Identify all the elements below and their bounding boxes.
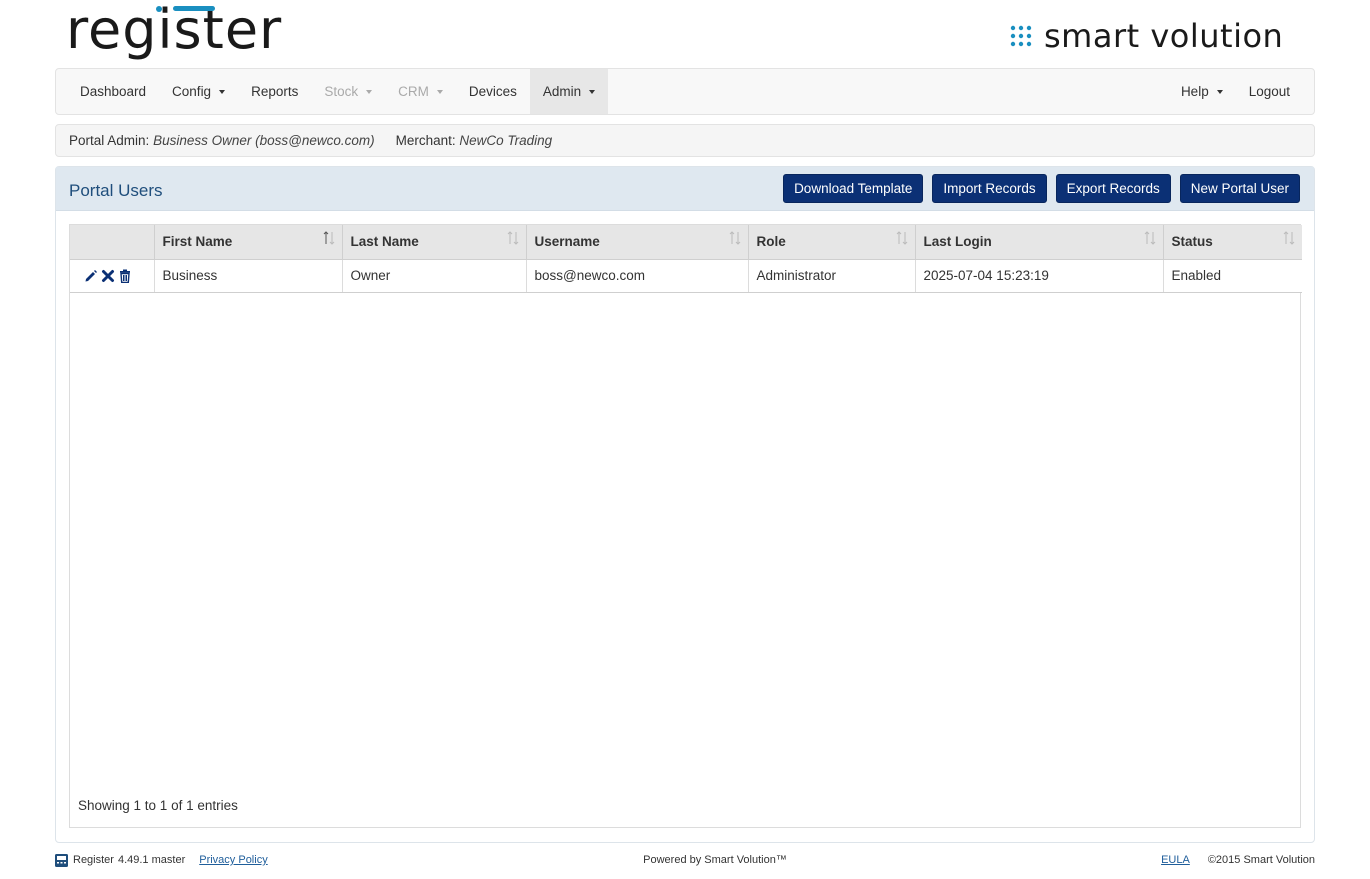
- caret-down-icon: [1216, 89, 1223, 94]
- portal-admin-label: Portal Admin:: [69, 133, 150, 148]
- cell-last-name: Owner: [342, 259, 527, 293]
- nav-stock-label: Stock: [324, 84, 359, 99]
- register-logo[interactable]: register: [66, 2, 306, 64]
- column-header-role[interactable]: Role: [748, 225, 916, 260]
- nav-admin-label: Admin: [542, 84, 582, 99]
- download-template-button[interactable]: Download Template: [783, 174, 924, 203]
- smart-volution-logo: smart volution: [1010, 16, 1315, 56]
- new-portal-user-button[interactable]: New Portal User: [1179, 174, 1300, 203]
- caret-down-icon: [219, 89, 226, 94]
- users-table: First Name Last Name Username Role Last …: [70, 225, 1302, 293]
- nav-help-label: Help: [1180, 84, 1209, 99]
- panel-heading: Portal Users Download Template Import Re…: [56, 167, 1314, 211]
- page-header: register smart volution: [0, 0, 1370, 68]
- column-label: First Name: [162, 234, 233, 250]
- nav-devices-label: Devices: [468, 84, 517, 99]
- nav-reports[interactable]: Reports: [238, 69, 311, 114]
- nav-stock: Stock: [311, 69, 385, 114]
- actions-column-header: [70, 225, 155, 260]
- export-records-button[interactable]: Export Records: [1055, 174, 1171, 203]
- copyright: ©2015 Smart Volution: [1207, 854, 1315, 866]
- nav-devices[interactable]: Devices: [456, 69, 530, 114]
- nav-dashboard[interactable]: Dashboard: [67, 69, 159, 114]
- page-footer: Register 4.49.1 master Privacy Policy Po…: [0, 850, 1370, 870]
- vendor-logo-text: smart volution: [1044, 17, 1284, 55]
- nav-admin[interactable]: Admin: [529, 69, 609, 114]
- sort-icon: [1283, 231, 1295, 245]
- close-icon[interactable]: [101, 269, 115, 283]
- trash-icon[interactable]: [118, 269, 132, 283]
- column-label: Role: [756, 234, 786, 250]
- column-header-last-login[interactable]: Last Login: [915, 225, 1164, 260]
- nav-dashboard-label: Dashboard: [80, 84, 147, 99]
- cell-last-login: 2025-07-04 15:23:19: [915, 259, 1164, 293]
- cell-status: Enabled: [1163, 259, 1302, 293]
- nav-logout-label: Logout: [1248, 84, 1290, 99]
- caret-down-icon: [589, 89, 596, 94]
- sort-icon: [507, 231, 518, 245]
- sort-icon: [896, 231, 907, 245]
- table-info: Showing 1 to 1 of 1 entries: [78, 798, 238, 813]
- page-title: Portal Users: [69, 181, 163, 200]
- column-header-first-name[interactable]: First Name: [154, 225, 343, 260]
- context-infobar: Portal Admin: Business Owner (boss@newco…: [55, 124, 1315, 157]
- column-header-last-name[interactable]: Last Name: [342, 225, 527, 260]
- nav-help[interactable]: Help: [1168, 69, 1236, 114]
- column-label: Last Login: [923, 234, 992, 250]
- caret-down-icon: [366, 89, 373, 94]
- table-header-row: First Name Last Name Username Role Last …: [70, 225, 1302, 260]
- users-table-container: First Name Last Name Username Role Last …: [69, 224, 1302, 828]
- dots-grid-icon: [1010, 25, 1032, 47]
- cell-username: boss@newco.com: [526, 259, 749, 293]
- column-label: Last Name: [350, 234, 419, 250]
- portal-admin-value: Business Owner (boss@newco.com): [153, 133, 375, 148]
- caret-down-icon: [436, 89, 443, 94]
- column-header-username[interactable]: Username: [526, 225, 749, 260]
- merchant-label: Merchant:: [395, 133, 456, 148]
- table-row: Business Owner boss@newco.com Administra…: [70, 259, 1302, 293]
- nav-crm-label: CRM: [398, 84, 429, 99]
- sort-icon: [1144, 231, 1155, 245]
- merchant-value: NewCo Trading: [459, 133, 553, 148]
- portal-users-panel: Portal Users Download Template Import Re…: [55, 166, 1315, 843]
- cell-first-name: Business: [154, 259, 343, 293]
- cell-role: Administrator: [748, 259, 916, 293]
- column-header-status[interactable]: Status: [1163, 225, 1302, 260]
- eula-link[interactable]: EULA: [1161, 854, 1190, 866]
- column-label: Username: [534, 234, 600, 250]
- nav-reports-label: Reports: [251, 84, 299, 99]
- main-navbar: Dashboard Config Reports Stock CRM Devic…: [55, 68, 1315, 115]
- sort-icon: [729, 231, 740, 245]
- panel-actions: Download Template Import Records Export …: [774, 174, 1300, 203]
- nav-crm: CRM: [385, 69, 456, 114]
- sort-icon: [323, 231, 334, 245]
- nav-config-label: Config: [172, 84, 212, 99]
- nav-config[interactable]: Config: [159, 69, 238, 114]
- nav-logout[interactable]: Logout: [1236, 69, 1303, 114]
- svg-text:register: register: [66, 2, 282, 61]
- pencil-icon[interactable]: [84, 269, 98, 283]
- column-label: Status: [1171, 234, 1213, 250]
- import-records-button[interactable]: Import Records: [932, 174, 1047, 203]
- row-actions: [70, 259, 155, 293]
